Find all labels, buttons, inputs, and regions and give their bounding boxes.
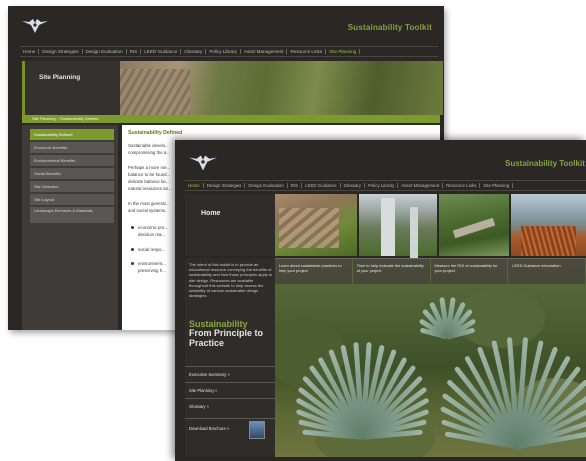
nav-item[interactable]: Glossary bbox=[181, 49, 207, 54]
divider bbox=[185, 382, 275, 383]
back-hero-banner: Site Planning bbox=[22, 61, 443, 115]
divider bbox=[185, 398, 275, 399]
sidebar-item[interactable]: Landscape Elements & Materials bbox=[30, 207, 114, 223]
nav-item[interactable]: Design Evaluation bbox=[83, 49, 127, 54]
back-hero-photo bbox=[120, 61, 443, 115]
content-line: and social systems... bbox=[128, 208, 169, 213]
nav-item[interactable]: Policy Library bbox=[365, 183, 399, 188]
home-title-box: Home bbox=[185, 194, 275, 256]
brochure-thumbnail[interactable] bbox=[249, 421, 265, 439]
nav-item[interactable]: Design Strategies bbox=[204, 183, 246, 188]
back-top-nav: Home Design Strategies Design Evaluation RI… bbox=[20, 46, 438, 57]
home-window: Sustainability Toolkit Home Design Strate… bbox=[175, 140, 586, 461]
photo-building-landscape bbox=[359, 194, 437, 256]
content-line: economic pro... bbox=[138, 225, 169, 230]
nav-item[interactable]: Home bbox=[20, 49, 40, 54]
content-line: natural resources an... bbox=[128, 186, 172, 191]
bullet-icon bbox=[131, 226, 134, 229]
bullet-icon bbox=[131, 262, 134, 265]
nav-item[interactable]: Site Planning bbox=[326, 49, 361, 54]
link-executive-summary[interactable]: Executive Summary » bbox=[189, 372, 230, 377]
foliage bbox=[455, 288, 545, 348]
front-sidebar: The intent of this toolkit is to provide… bbox=[185, 258, 275, 457]
nav-item[interactable]: Home bbox=[185, 183, 204, 188]
download-brochure-link[interactable]: Download Brochure » bbox=[189, 426, 229, 431]
front-top-nav: Home Design Strategies Design Evaluation RI… bbox=[185, 180, 586, 191]
content-line: Perhaps a more me... bbox=[128, 165, 171, 170]
content-line: compromising the a... bbox=[128, 150, 170, 155]
back-header: Sustainability Toolkit bbox=[8, 6, 444, 44]
bullet-icon bbox=[131, 248, 134, 251]
air-force-wings-logo-icon[interactable] bbox=[187, 152, 219, 174]
front-brand-title: Sustainability Toolkit bbox=[505, 159, 585, 168]
intro-text: The intent of this toolkit is to provide… bbox=[189, 262, 273, 299]
feature-link[interactable]: LEED Guidance information bbox=[508, 258, 585, 284]
nav-item[interactable]: Design Evaluation bbox=[245, 183, 288, 188]
tagline-principle: From Principle to Practice bbox=[189, 328, 264, 348]
screenshot-collage: Sustainability Toolkit Home Design Strate… bbox=[0, 0, 586, 461]
link-site-planning[interactable]: Site Planning » bbox=[189, 388, 217, 393]
divider bbox=[185, 366, 275, 367]
nav-item[interactable]: Asset Management bbox=[241, 49, 288, 54]
nav-item[interactable]: RIS bbox=[288, 183, 303, 188]
sidebar-item[interactable]: Social Benefits bbox=[30, 168, 114, 179]
content-line: balance to be found... bbox=[128, 172, 171, 177]
nav-item[interactable]: Design Strategies bbox=[39, 49, 83, 54]
divider bbox=[185, 418, 275, 419]
content-line: delicate balance be... bbox=[128, 179, 170, 184]
main-yucca-photo bbox=[275, 258, 586, 457]
nav-item[interactable]: RIS bbox=[127, 49, 142, 54]
content-line: decision ma... bbox=[138, 232, 166, 237]
back-content-heading: Sustainability Defined bbox=[128, 130, 183, 136]
nav-item[interactable]: LEED Guidance bbox=[141, 49, 182, 54]
nav-item[interactable]: Site Planning bbox=[480, 183, 514, 188]
content-line: Sustainable develo... bbox=[128, 143, 169, 148]
back-sidebar: Sustainability Defined Economic Benefits E… bbox=[22, 125, 118, 330]
content-line: environment... bbox=[138, 261, 166, 266]
sidebar-item[interactable]: Sustainability Defined bbox=[30, 129, 114, 140]
back-hero-title: Site Planning bbox=[39, 74, 81, 81]
content-line: preserving h... bbox=[138, 268, 166, 273]
content-line: social respo... bbox=[138, 247, 166, 252]
sidebar-item[interactable]: Economic Benefits bbox=[30, 142, 114, 153]
nav-item[interactable]: Resource Links bbox=[287, 49, 327, 54]
sidebar-item[interactable]: Environmental Benefits bbox=[30, 155, 114, 166]
nav-item[interactable]: Asset Management bbox=[398, 183, 444, 188]
nav-item[interactable]: Policy Library bbox=[206, 49, 241, 54]
sidebar-item[interactable]: Site Selection bbox=[30, 181, 114, 192]
photo-orange-grasses bbox=[511, 194, 586, 256]
feature-link[interactable]: Measure the ROI of sustainability for yo… bbox=[430, 258, 508, 284]
feature-links-row: Learn about sustainable practices to hel… bbox=[275, 258, 586, 284]
nav-item[interactable]: LEED Guidance bbox=[302, 183, 341, 188]
photo-rock-wall bbox=[275, 194, 357, 256]
sidebar-item[interactable]: Site Layout bbox=[30, 194, 114, 205]
content-line: In the most general... bbox=[128, 201, 170, 206]
photo-garden-path bbox=[439, 194, 509, 256]
nav-item[interactable]: Resource Links bbox=[443, 183, 481, 188]
home-title: Home bbox=[201, 210, 221, 217]
feature-link[interactable]: Learn about sustainable practices to hel… bbox=[275, 258, 352, 284]
air-force-wings-logo-icon[interactable] bbox=[20, 16, 50, 36]
link-glossary[interactable]: Glossary » bbox=[189, 404, 209, 409]
back-brand-title: Sustainability Toolkit bbox=[347, 23, 432, 32]
nav-item[interactable]: Glossary bbox=[341, 183, 365, 188]
feature-link[interactable]: Time to help evaluate the sustainability… bbox=[352, 258, 430, 284]
back-breadcrumb: Site Planning :: Sustainability Defined bbox=[22, 115, 440, 123]
